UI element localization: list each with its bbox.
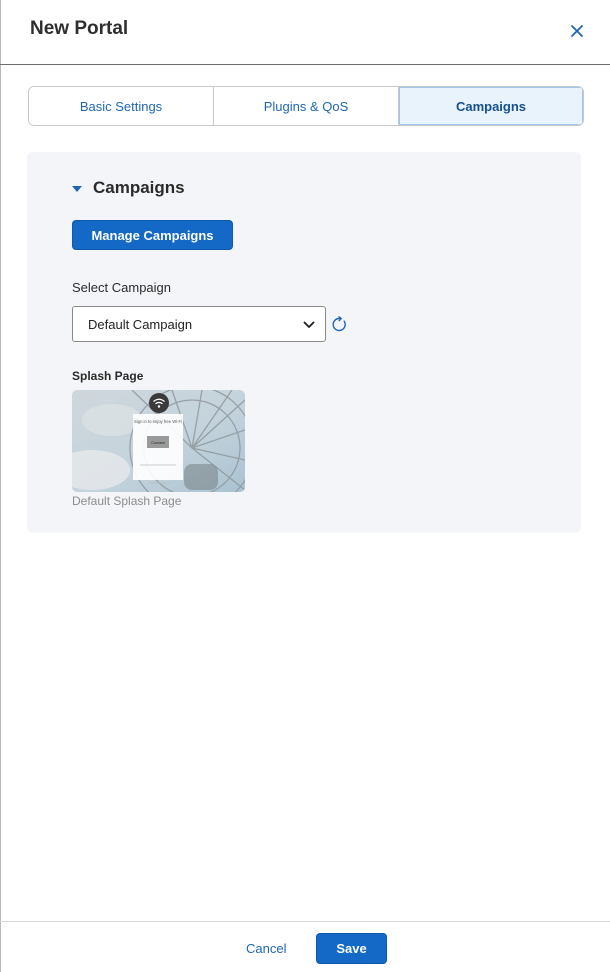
svg-text:Connect: Connect [151, 441, 164, 445]
campaign-select-value: Default Campaign [88, 316, 193, 332]
manage-campaigns-button[interactable]: Manage Campaigns [72, 220, 233, 250]
splash-page-caption: Default Splash Page [72, 494, 182, 508]
campaigns-panel: Campaigns Manage Campaigns Select Campai… [27, 152, 581, 533]
page-title: New Portal [30, 18, 129, 39]
close-icon[interactable] [566, 20, 588, 42]
section-title: Campaigns [93, 178, 185, 197]
svg-text:Sign in to enjoy free Wi-Fi: Sign in to enjoy free Wi-Fi [134, 419, 182, 424]
tab-plugins-qos[interactable]: Plugins & QoS [214, 87, 399, 125]
splash-page-thumbnail[interactable]: Sign in to enjoy free Wi-Fi Connect [72, 390, 245, 492]
chevron-down-icon [303, 321, 315, 328]
splash-page-label: Splash Page [72, 369, 144, 383]
campaigns-section-toggle[interactable]: Campaigns [72, 178, 185, 198]
select-campaign-label: Select Campaign [72, 280, 171, 295]
save-button[interactable]: Save [316, 933, 387, 964]
window-edge [0, 0, 1, 972]
modal-footer: Cancel Save [0, 921, 610, 972]
tab-basic-settings[interactable]: Basic Settings [29, 87, 214, 125]
tab-bar: Basic Settings Plugins & QoS Campaigns [28, 86, 584, 126]
splash-preview-image: Sign in to enjoy free Wi-Fi Connect [72, 390, 245, 492]
modal-header: New Portal [0, 0, 610, 65]
cancel-button[interactable]: Cancel [246, 941, 286, 956]
tab-campaigns[interactable]: Campaigns [399, 87, 583, 125]
campaign-select[interactable]: Default Campaign [72, 306, 326, 342]
refresh-icon[interactable] [331, 316, 348, 333]
caret-down-icon [72, 186, 82, 192]
